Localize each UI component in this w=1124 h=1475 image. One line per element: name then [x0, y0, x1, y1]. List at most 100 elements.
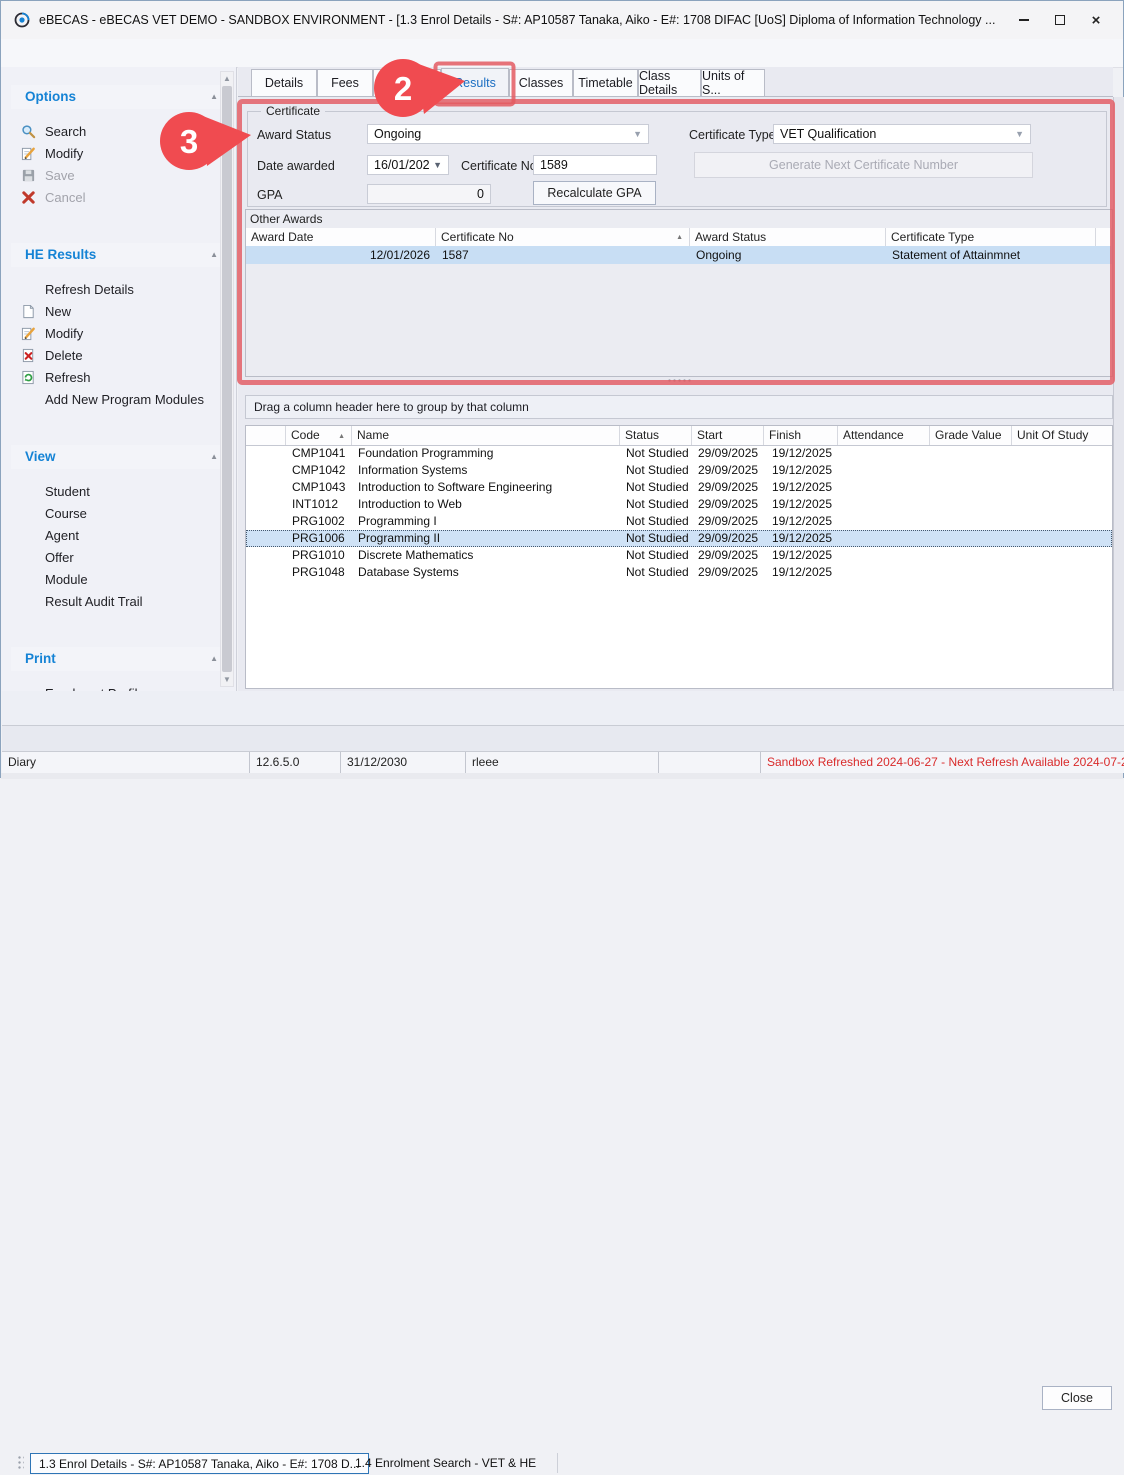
sidebar-item-add-new-program-modules[interactable]: Add New Program Modules	[1, 389, 236, 411]
sidebar-section-view[interactable]: View▲	[11, 445, 226, 469]
module-row-cmp1042[interactable]: CMP1042Information SystemsNot Studied29/…	[246, 462, 1112, 479]
sidebar-item-agent[interactable]: Agent	[1, 525, 236, 547]
cell-grade-value	[930, 547, 1012, 564]
tab-details[interactable]: Details	[251, 69, 317, 96]
column-header-attendance[interactable]: Attendance	[838, 426, 930, 445]
cell-attendance	[838, 564, 930, 581]
cell-finish: 19/12/2025	[764, 530, 838, 547]
modules-grid: Code▲NameStatusStartFinishAttendanceGrad…	[245, 425, 1113, 689]
cell-certificate-type: Statement of Attainmnet	[886, 246, 1096, 264]
content-right-scrollbar[interactable]	[1113, 97, 1124, 691]
cell-award-date: 12/01/2026	[246, 246, 436, 264]
sidebar-item-search[interactable]: Search	[1, 121, 236, 143]
cell-finish: 19/12/2025	[764, 462, 838, 479]
app-window: eBECAS - eBECAS VET DEMO - SANDBOX ENVIR…	[0, 0, 1124, 778]
sidebar-item-delete[interactable]: Delete	[1, 345, 236, 367]
sidebar-item-modify[interactable]: Modify	[1, 143, 236, 165]
cell-name: Introduction to Software Engineering	[352, 479, 620, 496]
tab-hidden[interactable]	[373, 69, 441, 96]
certificate-type-select[interactable]: VET Qualification ▼	[773, 124, 1031, 144]
certificate-no-input[interactable]: 1589	[533, 155, 657, 175]
date-awarded-picker[interactable]: 16/01/2026 ▼	[367, 155, 449, 175]
certificate-no-label: Certificate No	[461, 159, 537, 173]
sort-asc-icon: ▲	[676, 229, 683, 246]
minimize-button[interactable]	[1009, 9, 1039, 31]
close-icon[interactable]: ×	[1081, 9, 1111, 31]
sidebar-scrollbar[interactable]: ▲ ▼	[220, 71, 234, 687]
tab-units-of-s[interactable]: Units of S...	[701, 69, 765, 96]
cell-attendance	[838, 462, 930, 479]
tab-fees[interactable]: Fees	[317, 69, 373, 96]
tabbar-drag-handle[interactable]	[17, 1455, 24, 1471]
sidebar-item-refresh-details[interactable]: Refresh Details	[1, 279, 236, 301]
cell-code: PRG1010	[286, 547, 352, 564]
sidebar-section-options[interactable]: Options▲	[11, 85, 226, 109]
cell-status: Not Studied	[620, 496, 692, 513]
footer-row: Close	[2, 691, 1124, 725]
column-header-award-date[interactable]: Award Date	[246, 228, 436, 246]
group-by-hint: Drag a column header here to group by th…	[245, 395, 1113, 419]
cell-code: INT1012	[286, 496, 352, 513]
delete-icon	[21, 348, 36, 363]
scrollbar-thumb[interactable]	[222, 86, 232, 672]
sidebar-item-module[interactable]: Module	[1, 569, 236, 591]
other-awards-row[interactable]: 12/01/20261587OngoingStatement of Attain…	[246, 246, 1112, 264]
gpa-input[interactable]: 0	[367, 184, 491, 204]
status-cell-31-12-2030: 31/12/2030	[341, 752, 466, 773]
cell-start: 29/09/2025	[692, 462, 764, 479]
column-header-code[interactable]: Code▲	[286, 426, 352, 445]
tab-results[interactable]: Results	[441, 68, 509, 96]
window-bottom-edge	[1, 773, 1123, 779]
generate-certificate-button[interactable]: Generate Next Certificate Number	[694, 152, 1033, 178]
scroll-up-icon[interactable]: ▲	[221, 74, 233, 83]
recalculate-gpa-button[interactable]: Recalculate GPA	[533, 181, 656, 205]
sidebar-item-offer[interactable]: Offer	[1, 547, 236, 569]
tab-class-details[interactable]: Class Details	[638, 69, 701, 96]
close-form-button[interactable]: Close	[1042, 1386, 1112, 1410]
sidebar-item-course[interactable]: Course	[1, 503, 236, 525]
module-row-cmp1041[interactable]: CMP1041Foundation ProgrammingNot Studied…	[246, 445, 1112, 462]
column-header-start[interactable]: Start	[692, 426, 764, 445]
module-row-int1012[interactable]: INT1012Introduction to WebNot Studied29/…	[246, 496, 1112, 513]
column-header-name[interactable]: Name	[352, 426, 620, 445]
cell-grade-value	[930, 513, 1012, 530]
tab-classes[interactable]: Classes	[509, 69, 573, 96]
column-header-unit-of-study[interactable]: Unit Of Study	[1012, 426, 1113, 445]
cell-code: PRG1006	[286, 530, 352, 547]
sidebar-section-he-results[interactable]: HE Results▲	[11, 243, 226, 267]
sidebar-item-refresh[interactable]: Refresh	[1, 367, 236, 389]
sidebar-item-enrolment-profile[interactable]: Enrolment Profile	[1, 683, 236, 691]
maximize-button[interactable]	[1045, 9, 1075, 31]
cell-code: CMP1041	[286, 445, 352, 462]
cell-name: Programming I	[352, 513, 620, 530]
horizontal-splitter-handle[interactable]	[667, 378, 693, 384]
sidebar-item-new[interactable]: New	[1, 301, 236, 323]
cell-grade-value	[930, 479, 1012, 496]
module-row-prg1002[interactable]: PRG1002Programming INot Studied29/09/202…	[246, 513, 1112, 530]
column-header-certificate-no[interactable]: Certificate No▲	[436, 228, 690, 246]
cell-name: Foundation Programming	[352, 445, 620, 462]
module-row-prg1010[interactable]: PRG1010Discrete MathematicsNot Studied29…	[246, 547, 1112, 564]
sidebar-section-print[interactable]: Print▲	[11, 647, 226, 671]
cell-start: 29/09/2025	[692, 564, 764, 581]
cell-attendance	[838, 530, 930, 547]
sidebar-item-student[interactable]: Student	[1, 481, 236, 503]
open-form-tab[interactable]: 1.3 Enrol Details - S#: AP10587 Tanaka, …	[30, 1453, 369, 1474]
scroll-down-icon[interactable]: ▼	[221, 675, 233, 684]
tab-timetable[interactable]: Timetable	[573, 69, 638, 96]
award-status-select[interactable]: Ongoing ▼	[367, 124, 649, 144]
module-row-prg1006[interactable]: PRG1006Programming IINot Studied29/09/20…	[246, 530, 1112, 547]
sidebar-item-result-audit-trail[interactable]: Result Audit Trail	[1, 591, 236, 613]
modules-header-row: Code▲NameStatusStartFinishAttendanceGrad…	[246, 426, 1112, 446]
module-row-cmp1043[interactable]: CMP1043Introduction to Software Engineer…	[246, 479, 1112, 496]
cell-status: Not Studied	[620, 564, 692, 581]
module-row-prg1048[interactable]: PRG1048Database SystemsNot Studied29/09/…	[246, 564, 1112, 581]
column-header-award-status[interactable]: Award Status	[690, 228, 886, 246]
column-header-grade-value[interactable]: Grade Value	[930, 426, 1012, 445]
status-sandbox-alert: Sandbox Refreshed 2024-06-27 - Next Refr…	[761, 752, 1124, 773]
column-header-certificate-type[interactable]: Certificate Type	[886, 228, 1096, 246]
column-header-finish[interactable]: Finish	[764, 426, 838, 445]
open-form-tab[interactable]: 1.4 Enrolment Search - VET & HE	[347, 1453, 544, 1474]
column-header-status[interactable]: Status	[620, 426, 692, 445]
sidebar-item-modify[interactable]: Modify	[1, 323, 236, 345]
